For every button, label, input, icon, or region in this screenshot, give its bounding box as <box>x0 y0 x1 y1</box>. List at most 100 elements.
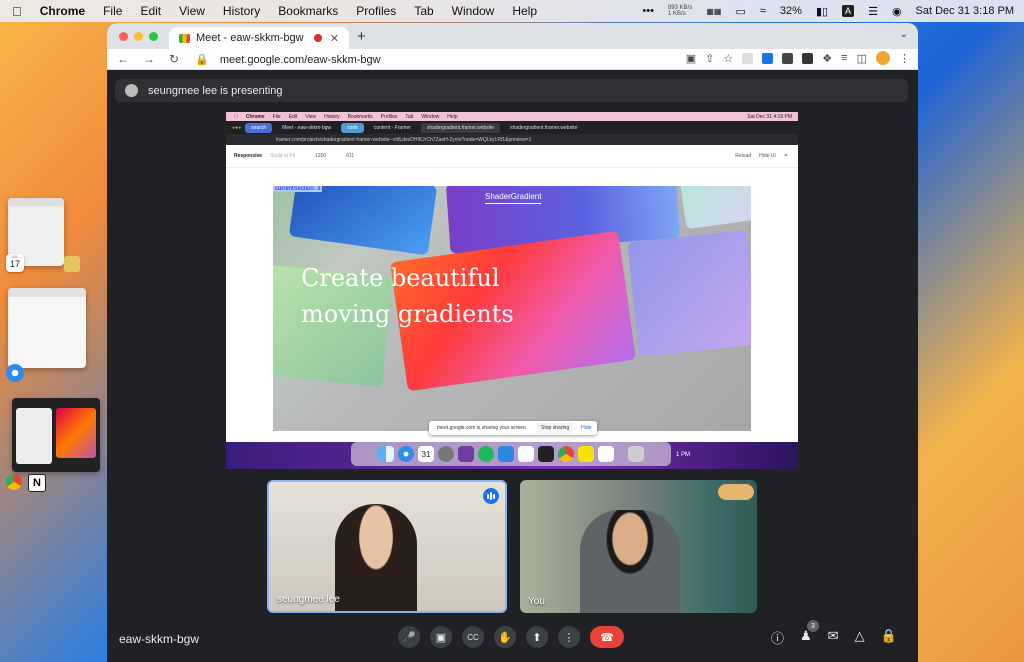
shared-window-controls: ●●● <box>232 124 242 131</box>
shared-menu-item: View <box>301 113 316 120</box>
microphone-button[interactable]: 🎤 <box>398 626 420 648</box>
microphone-icon: 🎤 <box>402 631 416 644</box>
notes-app-icon[interactable] <box>64 256 80 272</box>
siri-icon[interactable]: ◉ <box>892 5 902 18</box>
input-source-indicator[interactable]: A <box>842 5 855 17</box>
window-controls <box>119 32 158 41</box>
shared-tab-framer: content - Framer <box>373 124 411 131</box>
shared-tab-search: search <box>245 122 273 133</box>
more-icon[interactable]: ••• <box>642 5 654 17</box>
tab-strip: Meet - eaw-skkm-bgw ✕ + ⌄ <box>107 23 918 49</box>
extension-3-icon[interactable] <box>782 52 794 64</box>
menu-view[interactable]: View <box>179 4 205 18</box>
tab-search-chevron-icon[interactable]: ⌄ <box>900 29 908 40</box>
menu-tab[interactable]: Tab <box>414 4 433 18</box>
shared-dock: 31 <box>351 442 671 466</box>
lock-icon[interactable]: 🔒 <box>195 54 209 66</box>
captions-button[interactable]: CC <box>462 626 484 648</box>
present-icon: ⬆ <box>532 631 542 644</box>
safari-app-icon[interactable] <box>6 364 24 382</box>
github-icon <box>458 446 474 462</box>
calendar-day: 17 <box>9 259 20 269</box>
lamp-decor <box>718 484 754 500</box>
shared-menubar:  Chrome File Edit View History Bookmark… <box>226 112 798 121</box>
forward-arrow-icon[interactable]: → <box>143 52 155 66</box>
chrome-window: Meet - eaw-skkm-bgw ✕ + ⌄ ← → ↻ 🔒 meet.g… <box>107 23 918 662</box>
shared-tab-meet: Meet - eaw-skkm-bgw <box>282 124 332 131</box>
control-center-icon[interactable]: ☰ <box>868 5 878 18</box>
share-icon[interactable]: ⇧ <box>705 52 714 65</box>
slack-icon <box>598 446 614 462</box>
stage-window-chrome[interactable] <box>12 398 100 472</box>
profile-avatar[interactable] <box>876 51 890 65</box>
speaking-indicator-icon <box>483 488 499 504</box>
activities-icon[interactable]: △ <box>855 628 865 647</box>
safari-icon <box>398 446 414 462</box>
new-tab-button[interactable]: + <box>357 28 366 45</box>
gradient-card <box>288 186 438 256</box>
reload-icon[interactable]: ↻ <box>169 52 179 66</box>
calendar-app-icon[interactable]: JUL 17 <box>6 254 24 272</box>
shared-menu-item: Bookmarks <box>343 113 373 120</box>
extensions-puzzle-icon[interactable]: ❖ <box>822 52 832 65</box>
info-icon[interactable]: ⓘ <box>771 628 784 647</box>
back-arrow-icon[interactable]: ← <box>117 52 129 66</box>
more-options-button[interactable]: ⋮ <box>558 626 580 648</box>
shared-tab-shadergradient: shadergradient.framer.website <box>510 124 578 131</box>
hide-sharing: Hide <box>581 425 592 431</box>
display-icon[interactable]: ▭ <box>735 5 745 18</box>
extension-4-icon[interactable] <box>802 52 814 64</box>
end-call-button[interactable]: ☎ <box>590 626 624 648</box>
minimize-window-button[interactable] <box>134 32 143 41</box>
participant-tile-presenter[interactable]: seungmee lee <box>267 480 507 613</box>
side-controls: ⓘ ♟ ✉ △ 🔒 <box>771 628 897 647</box>
participant-tile-self[interactable]: You <box>520 480 757 613</box>
extension-1-icon[interactable] <box>742 52 754 64</box>
menu-profiles[interactable]: Profiles <box>356 4 396 18</box>
camera-permission-icon[interactable]: ▣ <box>686 52 696 65</box>
host-controls-icon[interactable]: 🔒 <box>881 628 897 647</box>
close-tab-icon[interactable]: ✕ <box>330 32 339 45</box>
menubar-app-name[interactable]: Chrome <box>40 4 85 18</box>
tab-meet[interactable]: Meet - eaw-skkm-bgw ✕ <box>169 27 349 49</box>
shadergradient-preview: currentSection: 3 ShaderGradient Create … <box>273 186 751 431</box>
notion-icon <box>518 446 534 462</box>
apple-icon[interactable]:  <box>12 4 22 19</box>
address-bar[interactable]: 🔒 meet.google.com/eaw-skkm-bgw <box>195 53 381 66</box>
more-menu-icon[interactable]: ⋮ <box>899 52 910 65</box>
shared-menu-item: Tab <box>401 113 413 120</box>
menu-edit[interactable]: Edit <box>140 4 161 18</box>
menubar-extra-icon[interactable]: ▦▦ <box>706 7 721 16</box>
presenting-text: seungmee lee is presenting <box>148 84 283 97</box>
more-vertical-icon: ⋮ <box>563 631 575 644</box>
menu-help[interactable]: Help <box>512 4 537 18</box>
menu-file[interactable]: File <box>103 4 122 18</box>
chrome-app-icon[interactable] <box>6 474 22 490</box>
extension-2-icon[interactable] <box>762 52 774 64</box>
menu-window[interactable]: Window <box>452 4 495 18</box>
bookmark-star-icon[interactable]: ☆ <box>723 52 733 65</box>
finder-icon <box>378 446 394 462</box>
menu-bookmarks[interactable]: Bookmarks <box>278 4 338 18</box>
camera-button[interactable]: ▣ <box>430 626 452 648</box>
wifi-icon[interactable]: ≈ <box>760 5 766 17</box>
menubar-clock[interactable]: Sat Dec 31 3:18 PM <box>916 5 1014 17</box>
chat-icon[interactable]: ✉ <box>828 628 839 647</box>
side-panel-icon[interactable]: ◫ <box>857 52 867 65</box>
maximize-window-button[interactable] <box>149 32 158 41</box>
battery-icon[interactable]: ▮▯ <box>816 5 828 18</box>
participant-name: You <box>528 596 545 607</box>
shared-menu-item: History <box>320 113 340 120</box>
close-window-button[interactable] <box>119 32 128 41</box>
raise-hand-button[interactable]: ✋ <box>494 626 516 648</box>
notion-app-icon[interactable]: N <box>28 474 46 492</box>
reading-list-icon[interactable]: ≡ <box>841 52 847 64</box>
call-controls: 🎤 ▣ CC ✋ ⬆ ⋮ ☎ <box>398 626 624 648</box>
present-button[interactable]: ⬆ <box>526 626 548 648</box>
sharing-text: meet.google.com is sharing your screen. <box>437 425 528 431</box>
sharing-indicator: meet.google.com is sharing your screen. … <box>429 421 597 435</box>
meet-favicon-icon <box>179 33 190 43</box>
menu-history[interactable]: History <box>223 4 260 18</box>
self-video-figure <box>580 510 680 613</box>
stage-window-safari[interactable] <box>8 288 86 368</box>
